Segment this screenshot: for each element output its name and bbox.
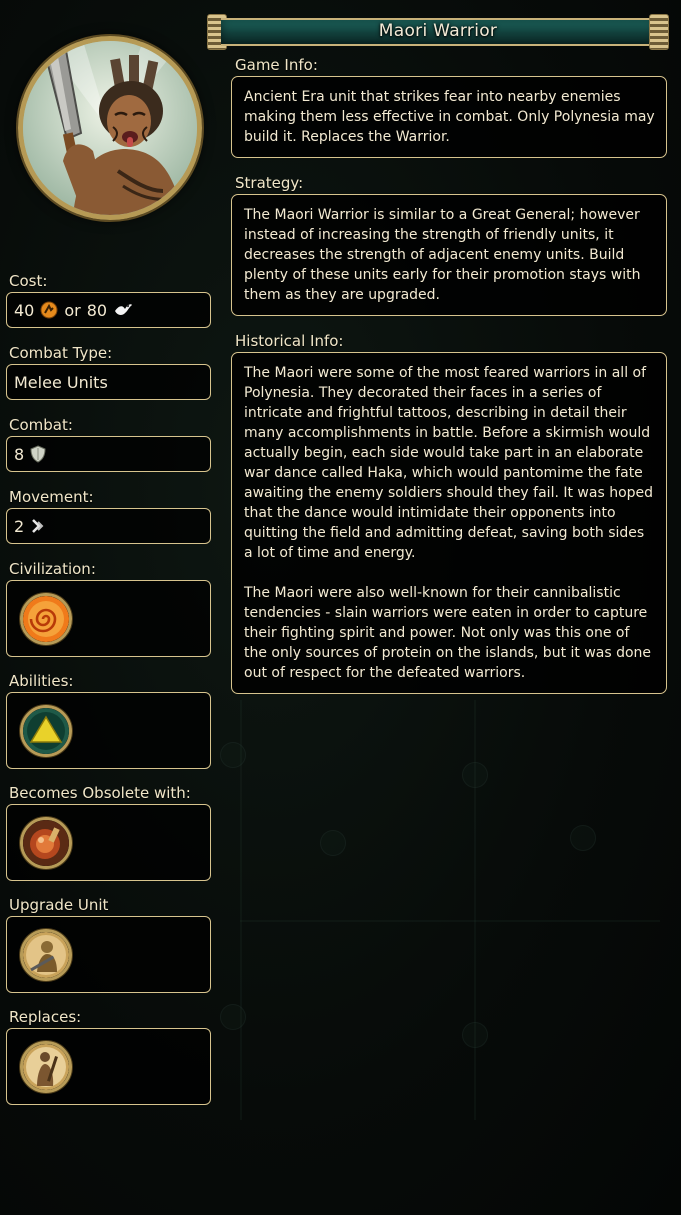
historical-info-label: Historical Info:: [235, 332, 344, 350]
unit-title: Maori Warrior: [378, 21, 498, 41]
upgrade-box: [6, 916, 211, 993]
polynesia-emblem-icon[interactable]: [20, 593, 72, 645]
maori-warrior-portrait-icon: [23, 41, 197, 215]
production-icon: [40, 301, 58, 319]
civilization-label: Civilization:: [9, 560, 96, 578]
movement-box: 2: [6, 508, 211, 544]
cost-faith-value: 80: [86, 300, 108, 320]
game-info-label: Game Info:: [235, 56, 318, 74]
strategy-label: Strategy:: [235, 174, 304, 192]
movement-arrow-icon: [32, 519, 44, 533]
combat-type-box: Melee Units: [6, 364, 211, 400]
strategy-text: The Maori Warrior is similar to a Great …: [231, 194, 667, 316]
abilities-box: [6, 692, 211, 769]
cost-production-value: 40: [14, 300, 35, 320]
combat-value: 8: [14, 444, 25, 464]
faith-icon: [115, 304, 133, 315]
unit-portrait: [18, 36, 202, 220]
upgrade-label: Upgrade Unit: [9, 896, 109, 914]
cost-box: 40 or 80: [6, 292, 211, 328]
replaces-box: [6, 1028, 211, 1105]
unit-title-banner: Maori Warrior: [205, 14, 671, 50]
obsolete-box: [6, 804, 211, 881]
promotion-triangle-icon[interactable]: [20, 705, 72, 757]
cost-label: Cost:: [9, 272, 48, 290]
combat-box: 8: [6, 436, 211, 472]
movement-label: Movement:: [9, 488, 94, 506]
abilities-label: Abilities:: [9, 672, 74, 690]
game-info-text: Ancient Era unit that strikes fear into …: [231, 76, 667, 158]
warrior-icon[interactable]: [20, 1041, 72, 1093]
replaces-label: Replaces:: [9, 1008, 82, 1026]
swordsman-icon[interactable]: [20, 929, 72, 981]
combat-type-label: Combat Type:: [9, 344, 113, 362]
combat-type-value: Melee Units: [14, 372, 108, 392]
historical-info-text: The Maori were some of the most feared w…: [231, 352, 667, 694]
shield-icon: [30, 445, 46, 463]
combat-label: Combat:: [9, 416, 73, 434]
civilization-box: [6, 580, 211, 657]
movement-value: 2: [14, 516, 25, 536]
obsolete-label: Becomes Obsolete with:: [9, 784, 191, 802]
obsolete-tech-icon[interactable]: [20, 817, 72, 869]
cost-or-text: or: [64, 300, 81, 320]
